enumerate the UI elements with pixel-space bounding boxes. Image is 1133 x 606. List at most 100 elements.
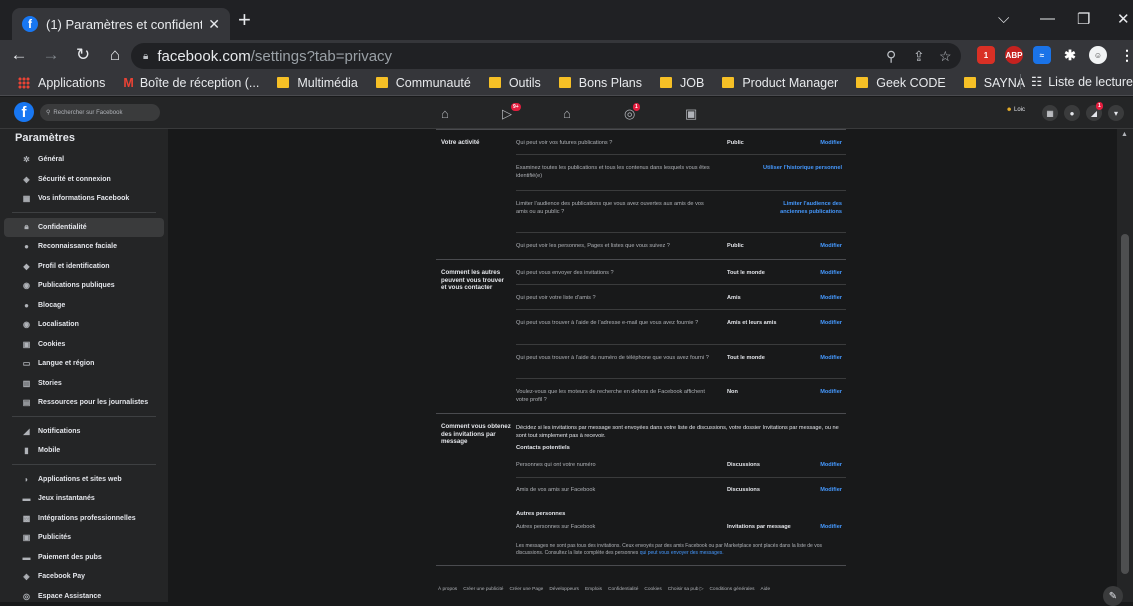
scrollbar-thumb[interactable] xyxy=(1121,234,1129,574)
sidebar-item-paiement-des-pubs[interactable]: ▬Paiement des pubs xyxy=(4,548,164,568)
footer-link[interactable]: Emplois xyxy=(585,587,602,592)
sidebar-item-ressources-pour-les-journalistes[interactable]: ▤Ressources pour les journalistes xyxy=(4,393,164,413)
footer-link[interactable]: Cookies xyxy=(644,587,661,592)
sidebar-item-reconnaissance-faciale[interactable]: ●Reconnaissance faciale xyxy=(4,237,164,257)
account-dropdown-icon[interactable]: ▾ xyxy=(1108,105,1124,121)
bookmark-folder[interactable]: Bons Plans xyxy=(559,76,642,90)
footer-link[interactable]: À propos xyxy=(438,587,457,592)
sidebar-item-integrations-professionnelles[interactable]: ▩Intégrations professionnelles xyxy=(4,509,164,529)
sidebar-item-vos-informations-facebook[interactable]: ▦Vos informations Facebook xyxy=(4,189,164,209)
bookmark-applications[interactable]: Applications xyxy=(18,76,105,90)
profile-avatar[interactable]: ☺ xyxy=(1089,46,1107,64)
edit-setting-link[interactable]: Limiter l’audience des anciennes publica… xyxy=(762,200,842,216)
sidebar-item-label: Cookies xyxy=(38,341,65,348)
bookmark-folder[interactable]: SAYNA xyxy=(964,76,1025,90)
facebook-logo[interactable]: f xyxy=(14,102,34,122)
sidebar-item-facebook-pay[interactable]: ◈Facebook Pay xyxy=(4,567,164,587)
scroll-up-arrow-icon[interactable]: ▲ xyxy=(1121,131,1128,138)
edit-setting-link[interactable]: Modifier xyxy=(820,486,842,494)
close-tab-icon[interactable]: ✕ xyxy=(208,16,220,33)
setting-question: Qui peut vous trouver à l’aide du numéro… xyxy=(516,354,716,362)
sidebar-item-stories[interactable]: ▥Stories xyxy=(4,374,164,394)
new-message-button[interactable]: ✎ xyxy=(1103,586,1123,606)
address-bar[interactable]: 🔒︎ facebook.com /settings?tab=privacy ⚲ … xyxy=(131,43,961,69)
sidebar-item-applications-et-sites-web[interactable]: ◗Applications et sites web xyxy=(4,470,164,490)
profile-shortcut[interactable]: ☻ Loic xyxy=(1006,107,1025,113)
edit-setting-link[interactable]: Modifier xyxy=(820,354,842,362)
restore-button[interactable]: ❐ xyxy=(1077,10,1090,28)
share-icon[interactable]: ⇪ xyxy=(913,48,925,65)
sidebar-item-profil-et-identification[interactable]: ◆Profil et identification xyxy=(4,257,164,277)
footer-link[interactable]: Créer une Page xyxy=(509,587,543,592)
sidebar-item-langue-et-region[interactable]: ▭Langue et région xyxy=(4,354,164,374)
sidebar-item-publications-publiques[interactable]: ◉Publications publiques xyxy=(4,276,164,296)
extensions-puzzle-icon[interactable]: ✱ xyxy=(1061,46,1079,64)
back-arrow-icon[interactable]: ← xyxy=(6,45,32,65)
edit-setting-link[interactable]: Modifier xyxy=(820,269,842,277)
footer-link[interactable]: Créer une publicité xyxy=(463,587,503,592)
edit-setting-link[interactable]: Modifier xyxy=(820,242,842,250)
new-tab-button[interactable]: + xyxy=(238,10,251,30)
tab-search-icon[interactable]: ⌵ xyxy=(998,10,1009,27)
edit-setting-link[interactable]: Modifier xyxy=(820,388,842,396)
footer-link[interactable]: Choisir sa pub ▷ xyxy=(668,587,704,592)
adblock-icon[interactable]: ABP xyxy=(1005,46,1023,64)
menu-grid-icon[interactable]: ▦ xyxy=(1042,105,1058,121)
reading-list-button[interactable]: ☷Liste de lecture xyxy=(1020,74,1133,89)
messenger-icon[interactable]: ● xyxy=(1064,105,1080,121)
page-scrollbar[interactable]: ▲ xyxy=(1117,129,1133,602)
edit-setting-link[interactable]: Modifier xyxy=(820,319,842,327)
zoom-icon[interactable]: ⚲ xyxy=(886,48,896,65)
sidebar-item-localisation[interactable]: ◉Localisation xyxy=(4,315,164,335)
bookmark-star-icon[interactable]: ☆ xyxy=(939,48,952,65)
sidebar-item-cookies[interactable]: ▣Cookies xyxy=(4,335,164,355)
bookmark-folder[interactable]: JOB xyxy=(660,76,704,90)
message-requests-description: Décidez si les invitations par message s… xyxy=(516,424,846,440)
facebook-search-input[interactable]: ⚲Rechercher sur Facebook xyxy=(40,104,160,121)
edit-setting-link[interactable]: Modifier xyxy=(820,139,842,147)
marketplace-icon[interactable]: ⌂ xyxy=(563,106,571,121)
home-icon[interactable]: ⌂ xyxy=(102,45,128,65)
sidebar-item-notifications[interactable]: ◢Notifications xyxy=(4,422,164,442)
extension-icon[interactable]: ≈ xyxy=(1033,46,1051,64)
minimize-button[interactable]: — xyxy=(1040,10,1055,27)
footer-link[interactable]: Confidentialité xyxy=(608,587,638,592)
sidebar-item-label: Publicités xyxy=(38,534,71,541)
edit-setting-link[interactable]: Modifier xyxy=(820,523,842,531)
browser-tab[interactable]: f (1) Paramètres et confidentialité | ✕ xyxy=(12,8,230,40)
bookmark-folder[interactable]: Product Manager xyxy=(722,76,838,90)
bookmark-folder[interactable]: Outils xyxy=(489,76,541,90)
footer-link[interactable]: Développeurs xyxy=(549,587,579,592)
edit-setting-link[interactable]: Modifier xyxy=(820,294,842,302)
gaming-icon[interactable]: ▣ xyxy=(685,106,697,122)
extension-badge-icon[interactable]: 1 xyxy=(977,46,995,64)
sidebar-item-label: Général xyxy=(38,156,64,163)
apps-grid-icon xyxy=(18,77,30,89)
sidebar-item-label: Reconnaissance faciale xyxy=(38,243,117,250)
sidebar-item-mobile[interactable]: ▮Mobile xyxy=(4,441,164,461)
home-icon[interactable]: ⌂ xyxy=(441,106,449,121)
section-your-activity: Votre activité Qui peut voir vos futures… xyxy=(436,130,846,260)
footer-link[interactable]: Conditions générales xyxy=(709,587,754,592)
sidebar-item-publicites[interactable]: ▣Publicités xyxy=(4,528,164,548)
sidebar-item-jeux-instantanes[interactable]: ▬Jeux instantanés xyxy=(4,489,164,509)
footer-link[interactable]: Aide xyxy=(761,587,771,592)
bookmark-gmail[interactable]: MBoîte de réception (... xyxy=(123,76,259,90)
sidebar-item-blocage[interactable]: ●Blocage xyxy=(4,296,164,316)
edit-setting-link[interactable]: Utiliser l’historique personnel xyxy=(762,164,842,172)
sidebar-item-label: Profil et identification xyxy=(38,263,110,270)
sidebar-item-confidentialite[interactable]: 🔒︎Confidentialité xyxy=(4,218,164,238)
reload-icon[interactable]: ↻ xyxy=(70,45,96,65)
edit-setting-link[interactable]: Modifier xyxy=(820,461,842,469)
bookmark-folder[interactable]: Geek CODE xyxy=(856,76,945,90)
forward-arrow-icon[interactable]: → xyxy=(38,45,64,65)
folder-icon xyxy=(660,77,672,88)
who-can-message-link[interactable]: qui peut vous envoyer des messages. xyxy=(640,550,724,556)
sidebar-item-general[interactable]: ✲Général xyxy=(4,150,164,170)
sidebar-item-securite-et-connexion[interactable]: ◈Sécurité et connexion xyxy=(4,170,164,190)
bookmark-folder[interactable]: Multimédia xyxy=(277,76,357,90)
close-window-button[interactable]: ✕ xyxy=(1117,10,1130,28)
sidebar-item-espace-assistance[interactable]: ◎Espace Assistance xyxy=(4,587,164,606)
chrome-menu-icon[interactable]: ⋮ xyxy=(1118,46,1133,64)
bookmark-folder[interactable]: Communauté xyxy=(376,76,471,90)
